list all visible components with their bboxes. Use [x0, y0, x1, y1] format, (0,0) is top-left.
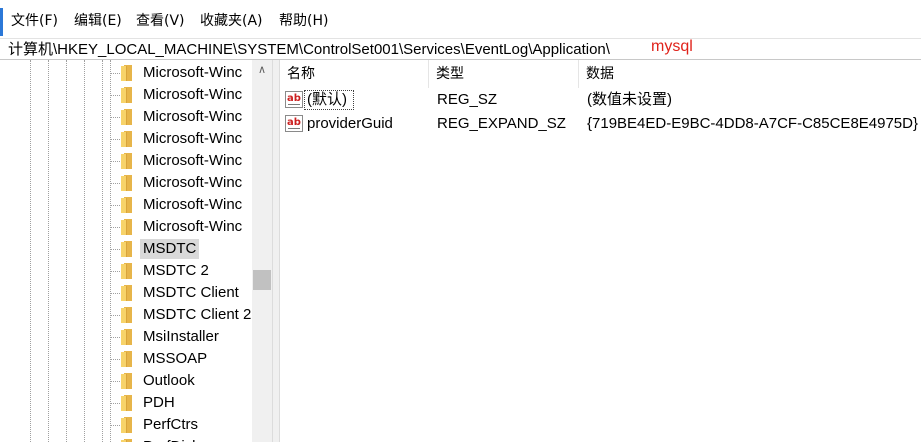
- folder-icon: [121, 285, 132, 301]
- tree-connector: [110, 271, 120, 272]
- tree-item[interactable]: PerfDisk: [0, 436, 252, 442]
- value-name: (默认): [307, 91, 347, 108]
- address-bar[interactable]: 计算机\HKEY_LOCAL_MACHINE\SYSTEM\ControlSet…: [0, 38, 921, 60]
- scroll-thumb[interactable]: [253, 270, 271, 290]
- folder-icon: [121, 197, 132, 213]
- folder-icon: [121, 373, 132, 389]
- tree-item-label: MSDTC Client 2: [143, 306, 252, 323]
- tree-item-label: Microsoft-Winc: [143, 218, 243, 235]
- address-annotation: mysql: [651, 38, 693, 55]
- folder-icon: [121, 219, 132, 235]
- tree-item-label: MsiInstaller: [143, 328, 219, 345]
- tree-item[interactable]: Microsoft-Winc: [0, 172, 252, 194]
- folder-icon: [121, 65, 132, 81]
- tree-connector: [110, 73, 120, 74]
- tree-item-label: MSDTC: [140, 239, 200, 259]
- value-data: (数值未设置): [587, 91, 672, 108]
- folder-icon: [121, 395, 132, 411]
- value-data: {719BE4ED-E9BC-4DD8-A7CF-C85CE8E4975D}: [587, 115, 918, 132]
- menu-view[interactable]: 查看(V): [136, 12, 185, 30]
- folder-icon: [121, 329, 132, 345]
- tree-item-label: MSDTC Client: [143, 284, 239, 301]
- tree-item-label: Outlook: [143, 372, 195, 389]
- tree-item-label: Microsoft-Winc: [143, 86, 243, 103]
- tree-item[interactable]: Microsoft-Winc: [0, 128, 252, 150]
- folder-icon: [121, 417, 132, 433]
- folder-icon: [121, 351, 132, 367]
- tree-item-label: PDH: [143, 394, 175, 411]
- tree-item-label: Microsoft-Winc: [143, 196, 243, 213]
- menu-bar: 文件(F) 编辑(E) 查看(V) 收藏夹(A) 帮助(H): [0, 0, 921, 38]
- folder-icon: [121, 307, 132, 323]
- tree-connector: [110, 293, 120, 294]
- folder-icon: [121, 175, 132, 191]
- tree-item[interactable]: Microsoft-Winc: [0, 84, 252, 106]
- tree-connector: [110, 337, 120, 338]
- key-tree[interactable]: Microsoft-Winc Microsoft-Winc Microsoft-Wi…: [0, 60, 272, 442]
- tree-item[interactable]: MSDTC: [0, 238, 252, 260]
- tree-item[interactable]: Microsoft-Winc: [0, 216, 252, 238]
- string-value-icon: ab: [285, 115, 303, 132]
- column-header-type[interactable]: 类型: [429, 60, 579, 88]
- tree-item-label: Microsoft-Winc: [143, 152, 243, 169]
- folder-icon: [121, 87, 132, 103]
- tree-connector: [110, 381, 120, 382]
- tree-item[interactable]: Microsoft-Winc: [0, 62, 252, 84]
- tree-item-label: Microsoft-Winc: [143, 108, 243, 125]
- tree-item[interactable]: MSDTC Client 2: [0, 304, 252, 326]
- tree-connector: [110, 139, 120, 140]
- menu-edit[interactable]: 编辑(E): [74, 12, 122, 30]
- column-header-name[interactable]: 名称: [280, 60, 429, 88]
- tree-connector: [110, 359, 120, 360]
- pane-splitter[interactable]: [272, 60, 280, 442]
- tree-item-label: Microsoft-Winc: [143, 174, 243, 191]
- folder-icon: [121, 131, 132, 147]
- tree-item-label: PerfCtrs: [143, 416, 199, 433]
- tree-item[interactable]: MsiInstaller: [0, 326, 252, 348]
- value-list[interactable]: 名称 类型 数据 ab (默认) REG_SZ (数值未设置) ab providerGu…: [280, 60, 921, 442]
- scroll-up-icon[interactable]: ∧: [252, 60, 272, 80]
- value-row[interactable]: ab providerGuid REG_EXPAND_SZ {719BE4ED-E9B…: [280, 113, 921, 135]
- value-row[interactable]: ab (默认) REG_SZ (数值未设置): [280, 89, 921, 111]
- tree-connector: [110, 249, 120, 250]
- tree-item[interactable]: PerfCtrs: [0, 414, 252, 436]
- tree-item[interactable]: PDH: [0, 392, 252, 414]
- tree-item-label: Microsoft-Winc: [143, 64, 243, 81]
- tree-connector: [110, 95, 120, 96]
- column-header-data[interactable]: 数据: [579, 60, 921, 88]
- address-path[interactable]: 计算机\HKEY_LOCAL_MACHINE\SYSTEM\ControlSet…: [8, 40, 610, 59]
- tree-connector: [110, 117, 120, 118]
- folder-icon: [121, 263, 132, 279]
- folder-icon: [121, 153, 132, 169]
- menu-file[interactable]: 文件(F): [11, 12, 58, 30]
- tree-connector: [110, 425, 120, 426]
- tree-item-label: PerfDisk: [140, 437, 203, 442]
- tree-item-label: Microsoft-Winc: [143, 130, 243, 147]
- menu-favorites[interactable]: 收藏夹(A): [200, 12, 263, 30]
- value-type: REG_EXPAND_SZ: [437, 115, 566, 132]
- tree-item[interactable]: MSDTC 2: [0, 260, 252, 282]
- menu-help[interactable]: 帮助(H): [279, 12, 328, 30]
- tree-connector: [110, 315, 120, 316]
- tree-item-label: MSSOAP: [143, 350, 208, 367]
- tree-item[interactable]: MSDTC Client: [0, 282, 252, 304]
- tree-item[interactable]: Microsoft-Winc: [0, 150, 252, 172]
- window-accent-edge: [0, 8, 3, 36]
- value-type: REG_SZ: [437, 91, 498, 108]
- tree-item[interactable]: Outlook: [0, 370, 252, 392]
- tree-item[interactable]: MSSOAP: [0, 348, 252, 370]
- tree-connector: [110, 183, 120, 184]
- tree-connector: [110, 227, 120, 228]
- folder-icon: [121, 241, 132, 257]
- tree-connector: [110, 403, 120, 404]
- tree-item[interactable]: Microsoft-Winc: [0, 194, 252, 216]
- folder-icon: [121, 109, 132, 125]
- tree-scrollbar[interactable]: ∧: [252, 60, 272, 442]
- tree-item[interactable]: Microsoft-Winc: [0, 106, 252, 128]
- tree-item-label: MSDTC 2: [143, 262, 209, 279]
- tree-connector: [110, 161, 120, 162]
- string-value-icon: ab: [285, 91, 303, 108]
- tree-connector: [110, 205, 120, 206]
- value-name: providerGuid: [307, 115, 393, 132]
